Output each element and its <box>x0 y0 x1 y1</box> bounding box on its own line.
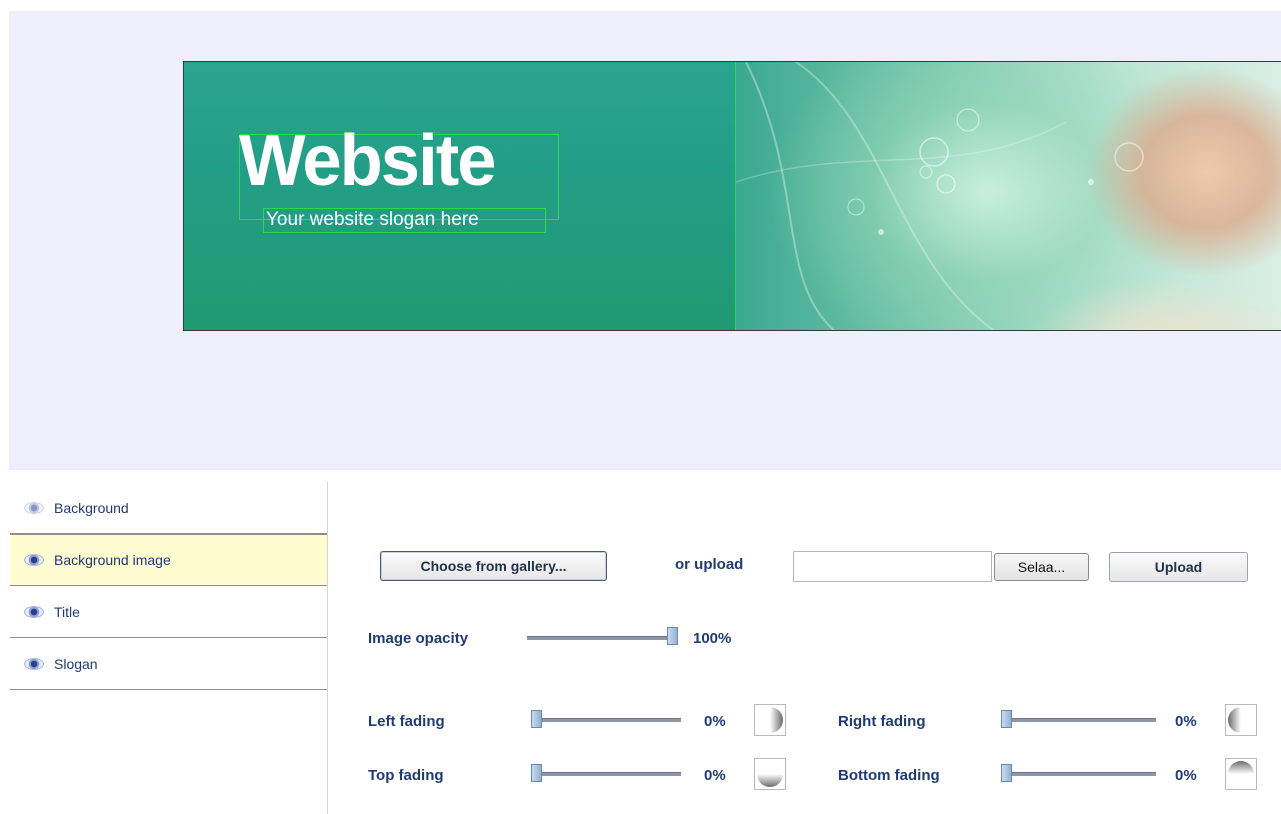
top-fading-slider-handle[interactable] <box>531 764 542 782</box>
banner-slogan[interactable]: Your website slogan here <box>266 209 479 231</box>
choose-from-gallery-button[interactable]: Choose from gallery... <box>380 551 607 581</box>
eye-icon[interactable] <box>24 605 44 618</box>
background-image <box>735 62 1281 330</box>
right-fading-label: Right fading <box>838 713 926 730</box>
browse-button[interactable]: Selaa... <box>994 553 1089 581</box>
eye-icon[interactable] <box>24 554 44 566</box>
top-fading-slider-track[interactable] <box>531 772 681 776</box>
top-fading-label: Top fading <box>368 767 444 784</box>
bottom-fading-value: 0% <box>1175 767 1197 784</box>
left-fading-slider-track[interactable] <box>531 718 681 722</box>
left-fading-label: Left fading <box>368 713 445 730</box>
bottom-fading-slider-handle[interactable] <box>1001 764 1012 782</box>
or-upload-label: or upload <box>675 556 744 573</box>
left-fading-slider-handle[interactable] <box>531 710 542 728</box>
fade-left-icon <box>754 704 786 736</box>
sidebar-item-label: Title <box>54 603 80 620</box>
eye-icon[interactable] <box>24 657 44 670</box>
sidebar-item-label: Background <box>54 499 129 516</box>
banner-preview[interactable]: Website Your website slogan here <box>183 61 1281 331</box>
fade-right-icon <box>1225 704 1257 736</box>
upload-button[interactable]: Upload <box>1109 552 1248 582</box>
opacity-slider-track[interactable] <box>527 636 677 640</box>
sidebar-item-background-image[interactable]: Background image <box>10 534 327 586</box>
eye-icon[interactable] <box>24 501 44 514</box>
layer-sidebar: Background Background image Title Slogan <box>10 482 328 814</box>
file-upload-field[interactable] <box>793 551 992 582</box>
bottom-fading-slider-track[interactable] <box>1001 772 1156 776</box>
banner-title[interactable]: Website <box>239 120 496 202</box>
sidebar-item-background[interactable]: Background <box>10 482 327 534</box>
sidebar-item-slogan[interactable]: Slogan <box>10 638 327 690</box>
background-image-panel: Choose from gallery... or upload Selaa..… <box>333 482 1281 814</box>
fade-bottom-icon <box>1225 758 1257 790</box>
sidebar-item-label: Slogan <box>54 655 98 672</box>
sidebar-item-label: Background image <box>54 552 171 568</box>
bottom-fading-label: Bottom fading <box>838 767 940 784</box>
opacity-slider-handle[interactable] <box>667 627 678 645</box>
image-opacity-label: Image opacity <box>368 630 469 647</box>
decorative-bubbles <box>736 62 1144 330</box>
right-fading-value: 0% <box>1175 713 1197 730</box>
left-fading-value: 0% <box>704 713 726 730</box>
fade-top-icon <box>754 758 786 790</box>
top-fading-value: 0% <box>704 767 726 784</box>
right-fading-slider-track[interactable] <box>1001 718 1156 722</box>
sidebar-item-title[interactable]: Title <box>10 586 327 638</box>
opacity-value: 100% <box>693 630 732 647</box>
right-fading-slider-handle[interactable] <box>1001 710 1012 728</box>
